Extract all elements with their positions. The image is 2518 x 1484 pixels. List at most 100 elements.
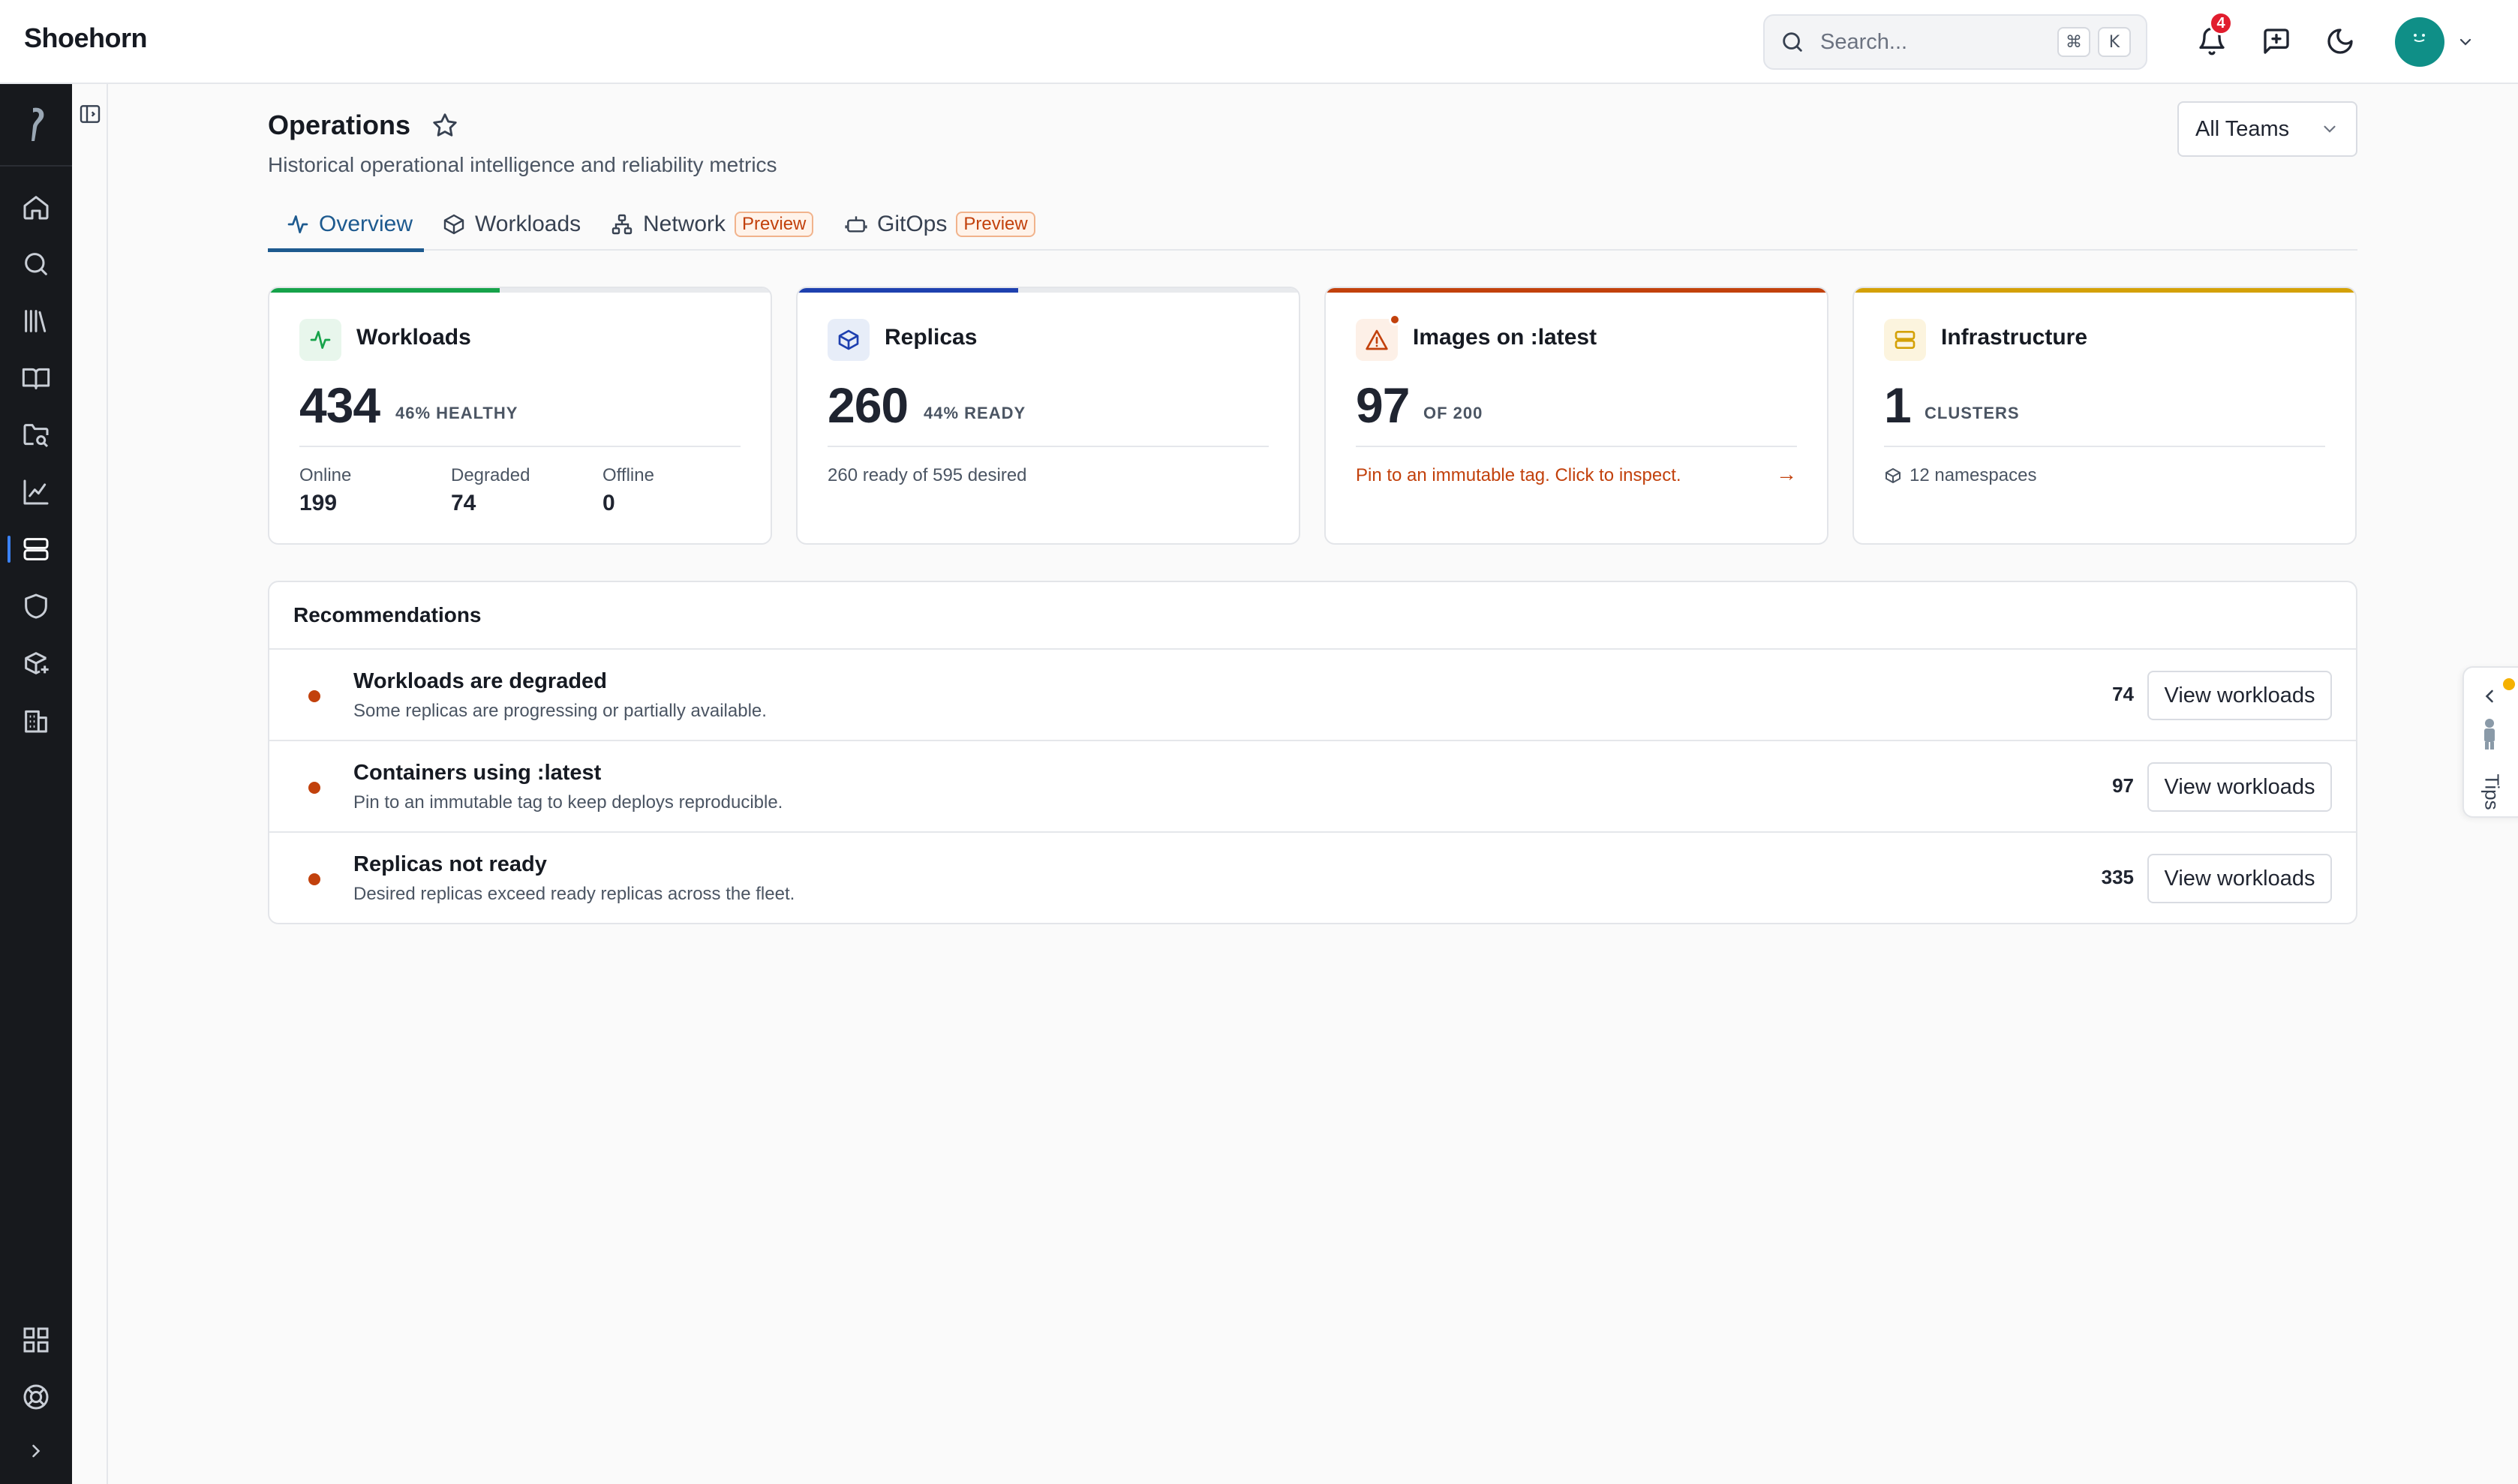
images-progress-track — [1326, 288, 1827, 293]
chevron-down-icon — [2324, 125, 2336, 133]
team-filter-value: All Teams — [2195, 116, 2290, 141]
secondary-rail — [72, 84, 108, 1484]
search-box[interactable]: Search... ⌘ K — [1763, 14, 2147, 70]
box-icon — [443, 214, 464, 235]
home-icon — [23, 196, 49, 220]
recommendation-title: Workloads are degraded — [353, 669, 607, 693]
server-icon — [23, 538, 49, 560]
chart-line-icon — [23, 479, 49, 505]
robot-icon — [845, 216, 867, 233]
images-latest-card[interactable]: Images on :latest 97 OF 200 Pin to an im… — [1324, 287, 1828, 545]
card-icon — [299, 319, 341, 361]
tab-label: GitOps — [877, 212, 948, 236]
rail-help[interactable] — [0, 1370, 72, 1424]
stat-label: Degraded — [451, 465, 530, 485]
card-divider — [828, 446, 1269, 447]
tab-label: Overview — [319, 212, 413, 236]
stat-degraded: Degraded 74 — [451, 465, 530, 516]
cube-icon — [838, 329, 859, 350]
star-icon[interactable] — [431, 111, 459, 140]
sidebar-toggle-icon[interactable] — [78, 102, 102, 126]
clusters-unit: CLUSTERS — [1925, 404, 2020, 422]
card-title: Images on :latest — [1413, 325, 1597, 350]
infra-progress-fill — [1854, 288, 2355, 293]
activity-icon — [287, 215, 308, 233]
notification-badge: 4 — [2209, 11, 2233, 35]
rail-analytics[interactable] — [0, 465, 72, 519]
card-divider — [1356, 446, 1797, 447]
stat-label: Offline — [602, 465, 654, 485]
recommendation-item: Containers using :latest Pin to an immut… — [269, 741, 2356, 833]
chevron-down-icon[interactable] — [2455, 33, 2476, 51]
chevron-left-icon — [2485, 689, 2493, 703]
page-subtitle: Historical operational intelligence and … — [268, 153, 777, 176]
recommendation-count: 97 — [2112, 774, 2134, 797]
team-filter-select[interactable]: All Teams — [2177, 101, 2357, 157]
tab-overview[interactable]: Overview — [268, 198, 424, 252]
images-count: 97 — [1356, 377, 1410, 433]
moon-icon[interactable] — [2325, 26, 2355, 56]
chevron-right-icon — [32, 1444, 41, 1458]
replicas-card[interactable]: Replicas 260 44% READY 260 ready of 595 … — [796, 287, 1300, 545]
health-progress-fill — [269, 288, 500, 293]
rail-folder-search[interactable] — [0, 408, 72, 462]
rail-organization[interactable] — [0, 693, 72, 747]
workloads-card[interactable]: Workloads 434 46% HEALTHY Online 199 Deg… — [268, 287, 772, 545]
tab-network[interactable]: Network Preview — [610, 198, 814, 251]
activity-icon — [310, 331, 331, 349]
replicas-total: 260 — [828, 377, 909, 433]
tab-label: Workloads — [475, 212, 581, 236]
logo-mark-icon — [32, 107, 44, 141]
book-open-icon — [22, 368, 50, 389]
mascot-icon — [2484, 719, 2495, 750]
shortcut-key-cmd: ⌘ — [2057, 27, 2090, 57]
replicas-footer: 260 ready of 595 desired — [828, 465, 1027, 485]
rail-docs[interactable] — [0, 351, 72, 405]
rail-security[interactable] — [0, 579, 72, 633]
logo[interactable] — [0, 84, 72, 167]
tab-label: Network — [643, 212, 726, 236]
recommendations-panel: Recommendations Workloads are degraded S… — [268, 581, 2357, 924]
user-avatar[interactable] — [2395, 17, 2444, 67]
folder-search-icon — [23, 424, 49, 448]
clusters-count: 1 — [1884, 377, 1912, 433]
stat-value: 199 — [299, 491, 338, 515]
health-progress-track — [269, 288, 771, 293]
rail-packages[interactable] — [0, 636, 72, 690]
rail-apps[interactable] — [0, 1313, 72, 1367]
view-workloads-button[interactable]: View workloads — [2147, 671, 2332, 720]
arrow-right-icon[interactable]: → — [1776, 462, 1797, 486]
card-title: Replicas — [885, 325, 978, 350]
tips-tab[interactable]: Tips — [2462, 666, 2518, 818]
rail-home[interactable] — [0, 180, 72, 234]
app-name[interactable]: Shoehorn — [24, 23, 148, 54]
view-workloads-button[interactable]: View workloads — [2147, 854, 2332, 903]
feedback-icon[interactable] — [2261, 26, 2291, 56]
stat-online: Online 199 — [299, 465, 351, 516]
rail-operations[interactable] — [0, 522, 72, 576]
infrastructure-card[interactable]: Infrastructure 1 CLUSTERS 12 namespaces — [1852, 287, 2357, 545]
preview-badge: Preview — [735, 212, 814, 237]
rail-library[interactable] — [0, 294, 72, 348]
status-dot — [308, 873, 320, 885]
view-workloads-button[interactable]: View workloads — [2147, 762, 2332, 812]
tab-workloads[interactable]: Workloads — [442, 198, 581, 251]
replicas-ready-percent: 44% READY — [924, 404, 1026, 422]
ready-progress-track — [798, 288, 1299, 293]
search-icon — [25, 253, 47, 275]
page-title: Operations — [268, 110, 411, 140]
tab-gitops[interactable]: GitOps Preview — [844, 198, 1035, 251]
card-icon — [1884, 319, 1926, 361]
images-total-of: OF 200 — [1423, 404, 1483, 422]
recommendation-description: Some replicas are progressing or partial… — [353, 701, 767, 721]
help-buoy-icon — [23, 1384, 49, 1410]
images-warning-link[interactable]: Pin to an immutable tag. Click to inspec… — [1356, 465, 1681, 486]
alert-dot — [1389, 314, 1401, 326]
namespaces-info: 12 namespaces — [1884, 465, 2036, 486]
shield-icon — [25, 593, 47, 619]
search-placeholder: Search... — [1820, 29, 1908, 54]
library-icon — [25, 310, 47, 332]
recommendation-item: Replicas not ready Desired replicas exce… — [269, 833, 2356, 923]
rail-search[interactable] — [0, 237, 72, 291]
rail-expand[interactable] — [0, 1424, 72, 1478]
